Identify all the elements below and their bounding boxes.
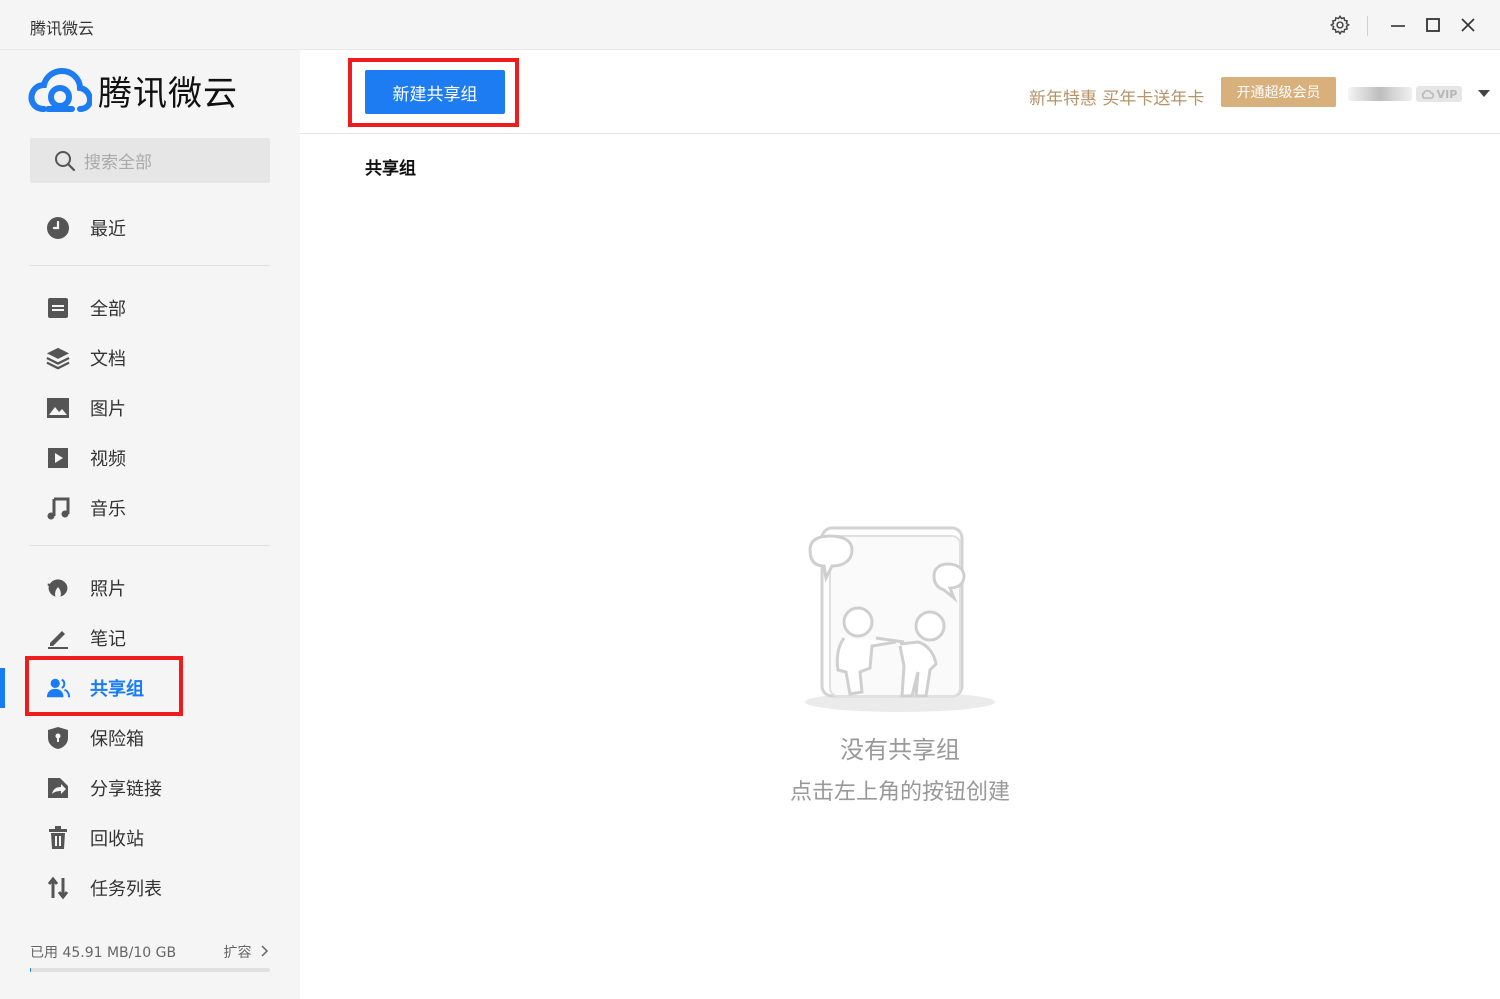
storage-progress-fill [30,968,32,972]
close-icon[interactable] [1455,12,1481,38]
section-title: 共享组 [365,159,416,179]
minimize-icon[interactable] [1385,12,1411,38]
open-super-vip-button[interactable]: 开通超级会员 [1221,77,1336,107]
file-icon [46,296,70,320]
layers-icon [46,346,70,370]
pen-icon [46,626,70,650]
sidebar-item-label: 共享组 [90,679,144,700]
app-logo: 腾讯微云 [28,66,238,115]
sidebar-item-images[interactable]: 图片 [0,388,300,428]
image-icon [46,396,70,420]
window-title: 腾讯微云 [30,19,95,38]
active-indicator [0,668,5,708]
promo-link[interactable]: 新年特惠 买年卡送年卡 [1029,84,1204,109]
users-icon [46,676,70,700]
vip-badge: VIP [1416,86,1462,102]
settings-gear-icon[interactable] [1327,12,1353,38]
sidebar-divider [30,265,270,266]
sidebar-item-notes[interactable]: 笔记 [0,618,300,658]
sidebar-divider [30,545,270,546]
title-bar: 腾讯微云 [0,0,1500,50]
sidebar-item-label: 文档 [90,349,126,370]
expand-storage-link[interactable]: 扩容 [224,942,270,962]
sidebar-item-shared-groups[interactable]: 共享组 [0,668,300,708]
storage-used-text: 已用 45.91 MB/10 GB [30,945,177,961]
clock-icon [46,216,70,240]
empty-state-illustration [805,526,995,712]
sidebar-item-all[interactable]: 全部 [0,288,300,328]
sidebar-item-label: 笔记 [90,629,126,650]
sidebar-item-label: 图片 [90,399,126,420]
sidebar-item-label: 全部 [90,299,126,320]
sidebar-item-videos[interactable]: 视频 [0,438,300,478]
sidebar-item-task-list[interactable]: 任务列表 [0,868,300,908]
shield-icon [46,726,70,750]
main-content: 新建共享组 新年特惠 买年卡送年卡 开通超级会员 VIP 共享组 没有共享组 点… [300,50,1500,999]
storage-info: 已用 45.91 MB/10 GB 扩容 [30,942,270,962]
expand-label: 扩容 [223,945,252,961]
chevron-right-icon [261,945,269,957]
sidebar-item-recycle-bin[interactable]: 回收站 [0,818,300,858]
sidebar-item-label: 视频 [90,449,126,470]
cloud-icon [1421,89,1434,99]
trash-icon [46,826,70,850]
sidebar-item-label: 回收站 [90,829,144,850]
maximize-icon[interactable] [1420,12,1446,38]
search-input[interactable]: 搜索全部 [30,138,270,183]
sidebar-item-label: 最近 [90,219,126,240]
cloud-logo-icon [28,67,92,112]
sidebar-item-documents[interactable]: 文档 [0,338,300,378]
sidebar-item-label: 照片 [90,579,126,600]
empty-state-title: 没有共享组 [840,736,960,764]
search-placeholder: 搜索全部 [84,153,152,173]
title-separator [1367,16,1368,36]
logo-text: 腾讯微云 [98,74,238,114]
user-name-blurred[interactable] [1348,87,1412,101]
music-icon [46,496,70,520]
video-icon [46,446,70,470]
search-icon [55,150,76,171]
account-dropdown-caret-icon[interactable] [1478,90,1490,97]
sidebar-item-photos[interactable]: 照片 [0,568,300,608]
vip-badge-text: VIP [1436,87,1458,101]
sidebar-item-label: 任务列表 [90,879,162,900]
sidebar-item-recent[interactable]: 最近 [0,208,300,248]
transfer-icon [46,876,70,900]
sidebar: 腾讯微云 搜索全部 最近 全部 文档 图片 视频 音乐 照片 笔记 共享组 保险… [0,50,300,999]
empty-state-subtitle: 点击左上角的按钮创建 [789,780,1010,805]
sidebar-item-label: 分享链接 [90,779,162,800]
new-shared-group-button[interactable]: 新建共享组 [365,70,505,114]
toolbar: 新建共享组 新年特惠 买年卡送年卡 开通超级会员 VIP [300,50,1500,134]
photo-petal-icon [46,576,70,600]
sidebar-item-label: 保险箱 [90,729,144,750]
storage-progress-bar [30,968,270,972]
sidebar-item-label: 音乐 [90,499,126,520]
sidebar-item-music[interactable]: 音乐 [0,488,300,528]
sidebar-item-safe[interactable]: 保险箱 [0,718,300,758]
share-link-icon [46,776,70,800]
sidebar-item-share-links[interactable]: 分享链接 [0,768,300,808]
